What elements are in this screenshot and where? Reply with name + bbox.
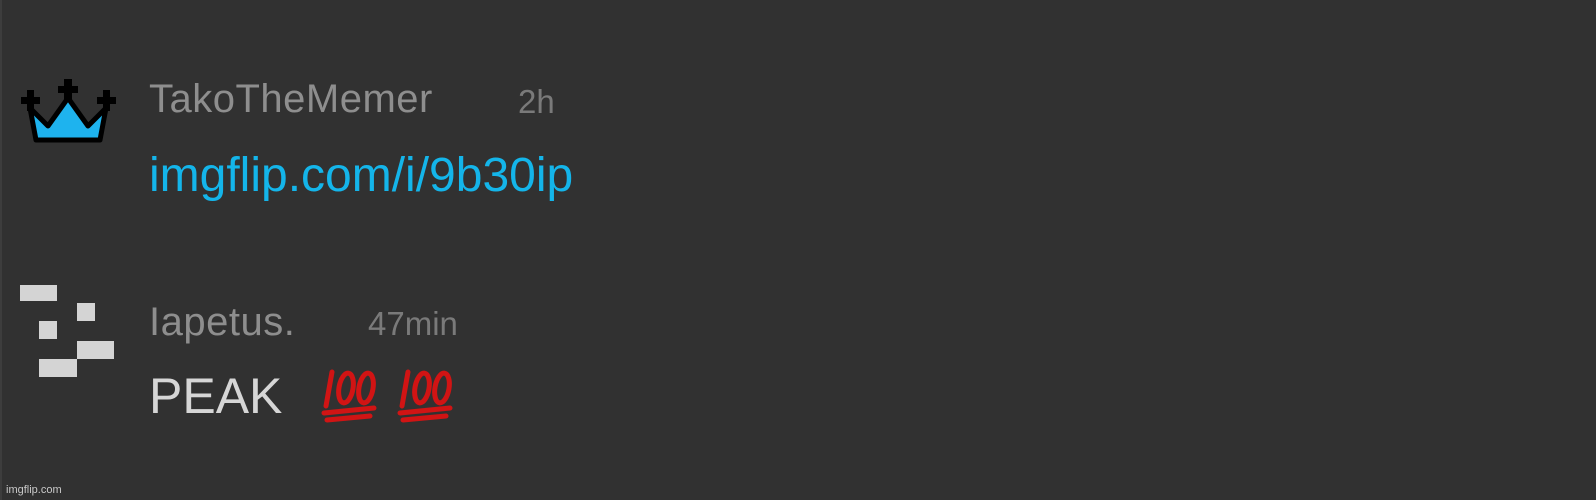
comment-timestamp: 47min	[368, 305, 458, 342]
comment-text: PEAK	[149, 368, 283, 424]
comment-screenshot: TakoTheMemer 2h imgflip.com/i/9b30ip Iap…	[0, 0, 1596, 500]
comment-username[interactable]: Iapetus.	[149, 298, 295, 346]
watermark: imgflip.com	[6, 484, 62, 496]
comment-item: Iapetus. 47min PEAK	[2, 0, 1596, 500]
pixel-blocks-icon[interactable]	[20, 283, 116, 379]
hundred-points-icon	[396, 366, 458, 424]
hundred-points-icon	[320, 366, 382, 424]
